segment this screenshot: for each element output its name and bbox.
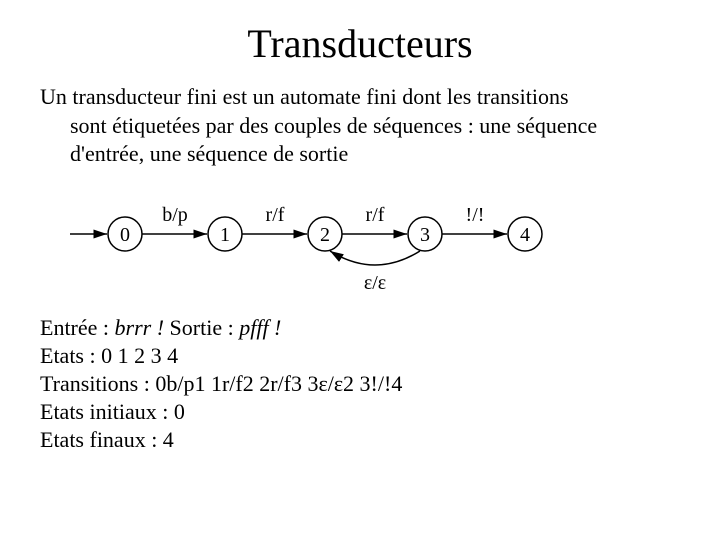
state-0-label: 0 (120, 224, 130, 246)
entry-value: brrr ! (115, 315, 165, 340)
definition-line-2: sont étiquetées par des couples de séque… (70, 112, 680, 141)
states-line: Etats : 0 1 2 3 4 (40, 343, 680, 369)
definition-line-1: Un transducteur fini est un automate fin… (40, 84, 569, 109)
definition-line-3: d'entrée, une séquence de sortie (70, 140, 680, 169)
state-3-label: 3 (420, 224, 430, 246)
definition-text: Un transducteur fini est un automate fin… (40, 83, 680, 169)
example-io-line: Entrée : brrr ! Sortie : pfff ! (40, 315, 680, 341)
edge-0-1-label: b/p (162, 204, 188, 226)
edge-2-3-label: r/f (366, 204, 385, 226)
final-states-line: Etats finaux : 4 (40, 427, 680, 453)
edge-3-2-label: ε/ε (364, 272, 386, 294)
edge-3-4-label: !/! (466, 204, 485, 226)
entry-label: Entrée : (40, 315, 115, 340)
automaton-diagram: 0 1 2 3 4 b/p r/f r/f !/! ε/ε (40, 189, 680, 305)
state-1-label: 1 (220, 224, 230, 246)
initial-states-line: Etats initiaux : 0 (40, 399, 680, 425)
edge-3-2-back (330, 251, 420, 265)
transitions-line: Transitions : 0b/p1 1r/f2 2r/f3 3ε/ε2 3!… (40, 371, 680, 397)
automaton-svg: 0 1 2 3 4 b/p r/f r/f !/! ε/ε (40, 189, 560, 299)
output-label: Sortie : (164, 315, 239, 340)
details-block: Entrée : brrr ! Sortie : pfff ! Etats : … (40, 315, 680, 453)
state-4-label: 4 (520, 224, 530, 246)
output-value: pfff ! (239, 315, 281, 340)
edge-1-2-label: r/f (266, 204, 285, 226)
state-2-label: 2 (320, 224, 330, 246)
page-title: Transducteurs (40, 20, 680, 67)
